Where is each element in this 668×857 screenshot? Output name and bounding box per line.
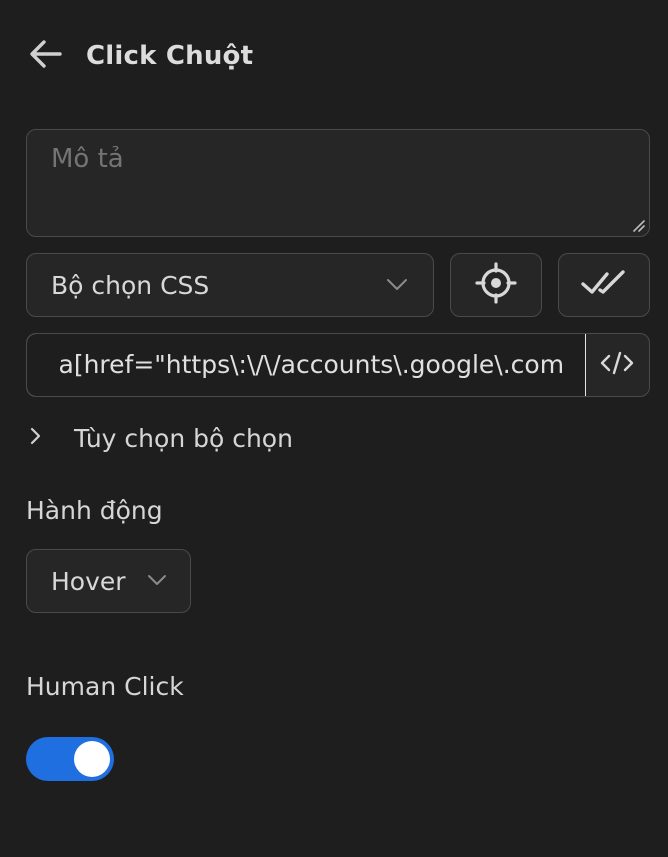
double-check-icon [581,268,627,302]
human-click-label: Human Click [26,672,184,701]
page-title: Click Chuột [86,41,254,71]
resize-grip-icon[interactable] [630,217,646,233]
description-field[interactable] [26,129,650,237]
selector-type-select[interactable]: Bộ chọn CSS [26,253,434,317]
chevron-down-icon [385,272,409,302]
selector-options-toggle[interactable]: Tùy chọn bộ chọn [26,416,293,460]
selector-type-value: Bộ chọn CSS [51,270,210,300]
code-icon [600,350,634,380]
header: Click Chuột [30,36,253,76]
selector-field-group: a[href="https\:\/\/accounts\.google\.com [26,333,650,397]
selector-options-label: Tùy chọn bộ chọn [74,423,293,453]
back-button[interactable] [26,36,66,76]
arrow-left-icon [28,38,64,74]
human-click-toggle[interactable] [26,737,114,781]
action-label: Hành động [26,496,163,525]
crosshair-icon [474,261,518,309]
chevron-right-icon [26,425,44,451]
toggle-knob [74,741,110,777]
selector-input[interactable]: a[href="https\:\/\/accounts\.google\.com [27,334,586,396]
code-editor-button[interactable] [585,334,649,395]
pick-element-button[interactable] [450,253,542,317]
action-value: Hover [51,566,126,596]
verify-selector-button[interactable] [558,253,650,317]
action-select[interactable]: Hover [26,549,191,613]
chevron-down-icon [146,568,168,597]
